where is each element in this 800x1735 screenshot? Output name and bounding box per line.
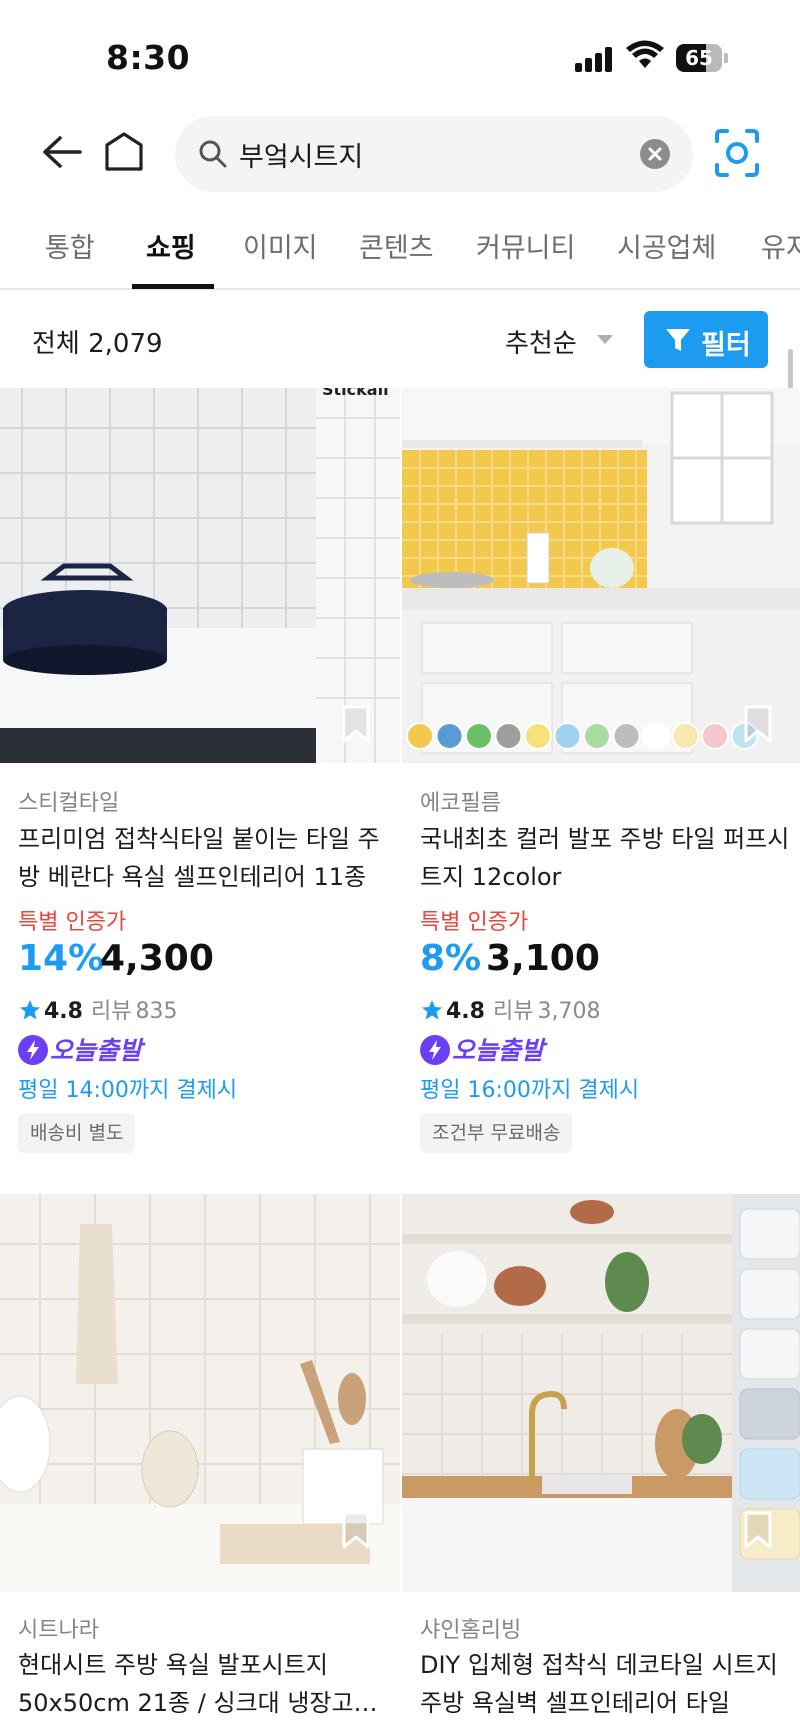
rating-row: 4.8 리뷰 835 bbox=[18, 993, 178, 1024]
review-count: 3,708 bbox=[537, 999, 601, 1024]
category-tabs: 통합 쇼핑 이미지 콘텐츠 커뮤니티 시공업체 유저 bbox=[0, 212, 800, 290]
rating-row: 4.8 리뷰 3,708 bbox=[420, 993, 601, 1024]
clear-icon[interactable] bbox=[640, 139, 670, 169]
product-brand: 샤인홈리빙 bbox=[420, 1618, 522, 1643]
filter-label: 필터 bbox=[701, 330, 751, 361]
today-shipping-label: 오늘출발 bbox=[50, 1036, 143, 1065]
active-tab-indicator bbox=[132, 284, 214, 289]
review-label: 리뷰 bbox=[90, 999, 132, 1024]
shipping-badge: 배송비 별도 bbox=[18, 1113, 136, 1153]
color-swatch bbox=[406, 722, 434, 750]
color-swatch bbox=[671, 722, 700, 750]
color-swatch bbox=[494, 722, 523, 750]
bolt-icon bbox=[18, 1035, 48, 1065]
color-swatch bbox=[612, 722, 641, 750]
wifi-icon bbox=[626, 40, 664, 68]
product-title[interactable]: 프리미엄 접착식타일 붙이는 타일 주방 베란다 욕실 셀프인테리어 11종 bbox=[18, 820, 388, 896]
product-image[interactable] bbox=[402, 388, 800, 763]
status-bar: 8:30 65 bbox=[0, 0, 800, 110]
result-count: 전체 2,079 bbox=[32, 329, 163, 359]
product-image-brand-text: Stickall bbox=[322, 388, 389, 399]
search-input[interactable] bbox=[239, 130, 619, 178]
shipping-deadline: 평일 14:00까지 결제시 bbox=[18, 1078, 238, 1103]
shipping-badge: 조건부 무료배송 bbox=[420, 1113, 573, 1153]
review-count: 835 bbox=[135, 999, 178, 1024]
review-label: 리뷰 bbox=[492, 999, 534, 1024]
product-image[interactable] bbox=[0, 1194, 400, 1592]
color-swatch bbox=[435, 722, 464, 750]
product-price: 4,300 bbox=[100, 938, 214, 979]
discount-rate: 8% bbox=[420, 938, 482, 979]
product-brand: 에코필름 bbox=[420, 791, 501, 816]
bookmark-icon[interactable] bbox=[340, 704, 372, 744]
today-shipping-row: 오늘출발 bbox=[18, 1031, 142, 1065]
rating-value: 4.8 bbox=[446, 999, 485, 1024]
special-price-badge: 특별 인증가 bbox=[420, 910, 529, 935]
tab-images[interactable]: 이미지 bbox=[243, 226, 318, 265]
tab-integrated[interactable]: 통합 bbox=[45, 226, 95, 265]
bookmark-icon[interactable] bbox=[742, 704, 774, 744]
search-icon bbox=[199, 140, 227, 168]
bolt-icon bbox=[420, 1035, 450, 1065]
star-icon bbox=[422, 1000, 442, 1020]
today-shipping-row: 오늘출발 bbox=[420, 1031, 544, 1065]
product-brand: 시트나라 bbox=[18, 1618, 99, 1643]
filter-button[interactable]: 필터 bbox=[644, 311, 768, 368]
shipping-deadline: 평일 16:00까지 결제시 bbox=[420, 1078, 640, 1103]
discount-rate: 14% bbox=[18, 938, 105, 979]
bookmark-icon[interactable] bbox=[340, 1510, 372, 1550]
color-swatch bbox=[583, 722, 611, 750]
tab-shopping[interactable]: 쇼핑 bbox=[146, 226, 196, 265]
product-title[interactable]: DIY 입체형 접착식 데코타일 시트지 주방 욕실벽 셀프인테리어 타일 bbox=[420, 1646, 790, 1722]
cellular-signal-icon bbox=[575, 46, 615, 72]
battery-icon: 65 bbox=[676, 44, 728, 72]
tab-community[interactable]: 커뮤니티 bbox=[476, 226, 575, 265]
color-swatch-row bbox=[406, 722, 759, 750]
special-price-badge: 특별 인증가 bbox=[18, 910, 127, 935]
tab-contents[interactable]: 콘텐츠 bbox=[359, 226, 434, 265]
camera-search-icon[interactable] bbox=[713, 127, 761, 179]
bookmark-icon[interactable] bbox=[742, 1510, 774, 1550]
color-swatch bbox=[524, 722, 552, 750]
status-time: 8:30 bbox=[106, 38, 191, 77]
color-swatch bbox=[701, 722, 729, 750]
color-swatch bbox=[465, 722, 493, 750]
battery-percent: 65 bbox=[685, 46, 713, 70]
tab-contractors[interactable]: 시공업체 bbox=[617, 226, 716, 265]
product-price: 3,100 bbox=[486, 938, 600, 979]
home-icon[interactable] bbox=[100, 128, 148, 176]
back-arrow-icon[interactable] bbox=[37, 128, 85, 176]
chevron-down-icon[interactable] bbox=[597, 335, 613, 344]
product-title[interactable]: 현대시트 주방 욕실 발포시트지 50x50cm 21종 / 싱크대 냉장고… bbox=[18, 1646, 388, 1722]
search-box[interactable] bbox=[175, 116, 693, 192]
filter-icon bbox=[666, 329, 690, 351]
today-shipping-label: 오늘출발 bbox=[452, 1036, 545, 1065]
product-image[interactable]: Stickall bbox=[0, 388, 400, 763]
color-swatch bbox=[642, 722, 670, 750]
product-image[interactable] bbox=[402, 1194, 800, 1592]
star-icon bbox=[20, 1000, 40, 1020]
color-swatch bbox=[553, 722, 582, 750]
product-title[interactable]: 국내최초 컬러 발포 주방 타일 퍼프시트지 12color bbox=[420, 820, 790, 896]
product-brand: 스티컬타일 bbox=[18, 791, 120, 816]
sort-select[interactable]: 추천순 bbox=[505, 323, 577, 360]
tab-users[interactable]: 유저 bbox=[761, 226, 800, 265]
rating-value: 4.8 bbox=[44, 999, 83, 1024]
